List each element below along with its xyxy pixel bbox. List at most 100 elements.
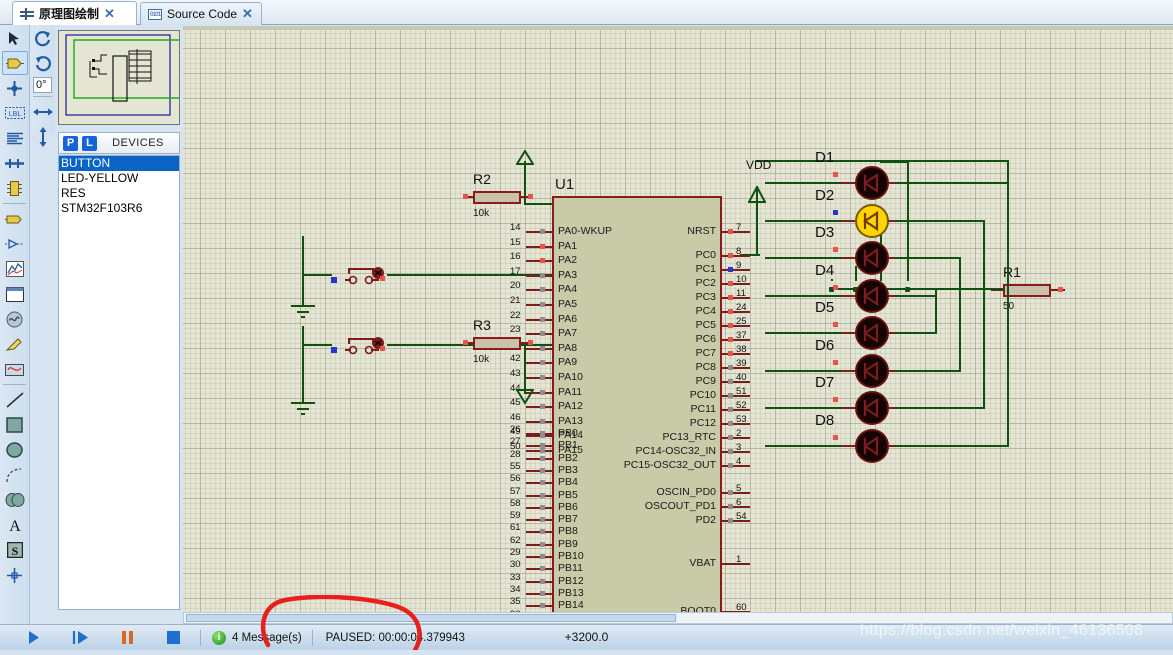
pin-state-square [728, 323, 733, 328]
text-script-icon[interactable] [2, 126, 28, 150]
component-mode-icon[interactable] [1, 51, 28, 75]
pin-label: PB2 [558, 451, 578, 464]
pin-number: 52 [736, 400, 747, 411]
led-diode-glyph [855, 279, 889, 313]
tab-schematic[interactable]: 原理图绘制 ✕ [12, 1, 137, 25]
led-diode-glyph [855, 166, 889, 200]
pin-state-square [540, 603, 545, 609]
pin-state-square [540, 578, 545, 584]
tape-recorder-icon[interactable] [2, 282, 28, 306]
pin-state-square [540, 504, 545, 510]
text-tool-icon[interactable]: A [2, 513, 28, 537]
rotate-anticlockwise-icon[interactable] [30, 51, 56, 75]
led-diode-glyph [855, 316, 889, 350]
junction-dot-icon[interactable] [2, 76, 28, 100]
pin-wire [841, 407, 855, 409]
canvas-top-edge [183, 26, 1173, 30]
resistor-r2-body[interactable] [473, 191, 521, 204]
pin-state-square [540, 480, 545, 486]
button-sw1[interactable] [331, 264, 393, 293]
device-item-res[interactable]: RES [59, 186, 179, 201]
subcircuit-icon[interactable] [2, 176, 28, 200]
pin-label: PA2 [558, 254, 578, 267]
watermark-text: https://blog.csdn.net/weixin_46136508 [860, 622, 1144, 639]
virtual-instrument-icon[interactable] [2, 357, 28, 381]
terminals-icon[interactable] [2, 207, 28, 231]
led-state-square [833, 172, 838, 177]
wire [959, 288, 961, 372]
pin-state-square [728, 309, 733, 314]
pin-wire [841, 444, 855, 447]
graph-icon[interactable] [2, 257, 28, 281]
bus-icon[interactable] [2, 151, 28, 175]
pin-number: 62 [510, 534, 521, 546]
tab-schematic-close-icon[interactable]: ✕ [104, 6, 115, 22]
box-tool-icon[interactable] [2, 413, 28, 437]
pin-number: 38 [736, 344, 747, 355]
line-tool-icon[interactable] [2, 388, 28, 412]
mirror-vertical-icon[interactable] [30, 125, 56, 149]
overview-preview-panel[interactable] [58, 30, 185, 125]
button-sw2[interactable] [331, 334, 393, 363]
resistor-r3-body[interactable] [473, 337, 521, 350]
device-item-button[interactable]: BUTTON [59, 156, 179, 171]
tab-source-code-close-icon[interactable]: ✕ [242, 6, 253, 22]
resistor-r1-body[interactable] [1003, 284, 1051, 297]
wire-label-icon[interactable]: LBL [2, 101, 28, 125]
wire [895, 182, 1009, 184]
schematic-canvas[interactable]: U1 STM32F103R6 VDDA=VDD 14PA0-WKUP15PA11… [183, 26, 1173, 624]
pin-label: PC9 [695, 375, 716, 387]
path-tool-icon[interactable] [2, 488, 28, 512]
pin-number: 10 [736, 274, 747, 285]
led-d5-label: D5 [815, 299, 835, 316]
scrollbar-thumb[interactable] [186, 614, 676, 622]
mirror-horizontal-icon[interactable] [30, 100, 56, 124]
pin-label: PC4 [695, 305, 716, 317]
pin-label: PC8 [695, 361, 716, 373]
pin-number: 33 [510, 571, 521, 583]
pin-wire [526, 260, 552, 263]
pin-wire [526, 377, 552, 379]
selection-icon[interactable] [2, 26, 28, 50]
device-item-stm32f103r6[interactable]: STM32F103R6 [59, 201, 179, 216]
power-arrow-symbol [515, 149, 535, 171]
pin-number: 56 [510, 473, 521, 485]
pin-number: 17 [510, 265, 521, 277]
led-d2-label: D2 [815, 186, 835, 204]
symbol-tool-icon[interactable]: S [2, 538, 28, 562]
wire [880, 161, 909, 163]
led-state-square [833, 322, 838, 327]
pin-wire [841, 182, 855, 184]
pin-state-square [540, 590, 545, 596]
device-item-led-yellow[interactable]: LED-YELLOW [59, 171, 179, 186]
pin-state-square [540, 517, 545, 523]
pin-wire [526, 304, 552, 306]
library-button[interactable]: L [82, 135, 97, 151]
pin-state-square [540, 316, 545, 322]
led-d3-label: D3 [815, 224, 835, 241]
devices-list[interactable]: BUTTON LED-YELLOW RES STM32F103R6 [58, 155, 180, 610]
rotation-value-field[interactable]: 0° [33, 77, 52, 93]
pin-number: 2 [736, 428, 742, 439]
voltage-probe-icon[interactable] [2, 332, 28, 356]
pin-number: 42 [510, 353, 521, 365]
arc-tool-icon[interactable] [2, 463, 28, 487]
pin-number: 57 [510, 485, 521, 497]
pin-state-square [728, 435, 733, 440]
pin-state-square [540, 287, 545, 293]
pin-state-square [540, 331, 545, 337]
led-d7-label: D7 [815, 374, 835, 391]
generator-icon[interactable] [2, 307, 28, 331]
marker-tool-icon[interactable] [2, 563, 28, 587]
pin-wire [526, 531, 552, 534]
pin-number: 54 [736, 511, 747, 522]
tab-source-code[interactable]: 0101 Source Code ✕ [140, 2, 262, 25]
circle-tool-icon[interactable] [2, 438, 28, 462]
pin-state-square [540, 554, 545, 559]
pin-number: 3 [736, 442, 742, 453]
rotate-clockwise-icon[interactable] [30, 26, 56, 50]
code-icon: 0101 [148, 8, 162, 20]
pin-state-square [540, 448, 545, 453]
pick-device-button[interactable]: P [63, 135, 78, 151]
device-pin-icon[interactable] [2, 232, 28, 256]
